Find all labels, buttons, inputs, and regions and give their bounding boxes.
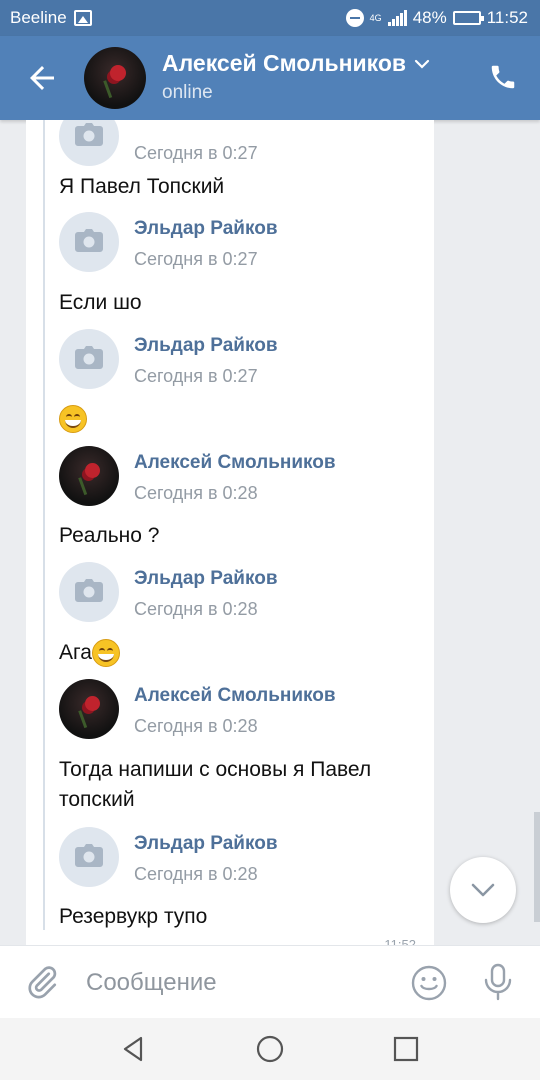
message-time: Сегодня в 0:27: [134, 249, 258, 269]
grinning-emoji-icon: [91, 639, 120, 668]
message-composer: [0, 945, 540, 1018]
avatar: [59, 120, 119, 166]
camera-icon: [75, 579, 103, 602]
message-text: Я Павел Топский: [59, 175, 225, 198]
contact-avatar[interactable]: [84, 47, 146, 109]
message-time: Сегодня в 0:27: [134, 366, 258, 386]
message-author-row[interactable]: Эльдар Райков Сегодня в 0:28: [59, 827, 419, 893]
camera-icon: [75, 123, 103, 146]
message-text: Резервукр тупо: [59, 905, 208, 928]
grinning-emoji-icon: [59, 405, 87, 434]
signal-strength-icon: [387, 10, 407, 26]
contact-name-button[interactable]: Алексей Смольников: [162, 50, 430, 77]
message-author-row[interactable]: Эльдар Райков Сегодня в 0:27: [59, 329, 419, 395]
status-bar: Beeline 4G 48% 11:52: [0, 0, 540, 36]
avatar: [59, 562, 119, 622]
message-author-row[interactable]: Сегодня в 0:27: [59, 120, 419, 172]
system-navigation-bar: [0, 1018, 540, 1080]
author-name[interactable]: Алексей Смольников: [134, 452, 336, 474]
author-name[interactable]: Алексей Смольников: [134, 685, 336, 707]
chat-header: Алексей Смольников online: [0, 36, 540, 120]
message-time: Сегодня в 0:28: [134, 864, 258, 884]
nav-home-icon[interactable]: [254, 1033, 286, 1065]
message-text: [59, 404, 399, 434]
camera-icon: [75, 229, 103, 252]
avatar: [59, 329, 119, 389]
phone-icon[interactable]: [488, 62, 518, 92]
message-time: Сегодня в 0:28: [134, 599, 258, 619]
message-sent-time: 11:52: [384, 937, 416, 945]
message-text: Тогда напиши с основы я Павел топский: [59, 758, 372, 811]
author-name[interactable]: Эльдар Райков: [134, 335, 278, 357]
contact-name: Алексей Смольников: [162, 50, 407, 76]
message-text: Реально ?: [59, 524, 160, 547]
author-name[interactable]: Эльдар Райков: [134, 833, 278, 855]
battery-icon: [452, 11, 484, 25]
nav-back-icon[interactable]: [118, 1033, 150, 1065]
message-author-row[interactable]: Эльдар Райков Сегодня в 0:28: [59, 562, 419, 628]
do-not-disturb-icon: [345, 9, 364, 27]
scroll-down-button[interactable]: [450, 857, 516, 923]
message-text: Если шо: [59, 291, 142, 314]
author-name[interactable]: Эльдар Райков: [134, 568, 278, 590]
battery-percent: 48%: [412, 8, 447, 27]
message-time: Сегодня в 0:28: [134, 483, 258, 503]
camera-icon: [75, 346, 103, 369]
mic-icon[interactable]: [480, 962, 516, 1002]
network-type: 4G: [369, 12, 382, 23]
avatar: [59, 212, 119, 272]
paperclip-icon[interactable]: [24, 964, 60, 1000]
camera-icon: [75, 844, 103, 867]
message-author-row[interactable]: Эльдар Райков Сегодня в 0:27: [59, 212, 419, 278]
chevron-down-icon: [414, 59, 430, 69]
scrollbar-thumb[interactable]: [534, 812, 540, 922]
message-time: Сегодня в 0:28: [134, 716, 258, 736]
chevron-down-icon: [471, 883, 495, 897]
message-input[interactable]: [86, 966, 386, 1000]
message-author-row[interactable]: Алексей Смольников Сегодня в 0:28: [59, 446, 419, 512]
message-text-content: Ага: [59, 641, 92, 664]
forwarded-messages[interactable]: Сегодня в 0:27 Я Павел Топский Эльдар Ра…: [26, 120, 434, 945]
forward-indicator-line: [43, 120, 45, 930]
back-arrow-icon[interactable]: [24, 60, 60, 96]
message-author-row[interactable]: Алексей Смольников Сегодня в 0:28: [59, 679, 419, 745]
carrier-name: Beeline: [10, 8, 67, 27]
avatar: [59, 827, 119, 887]
avatar: [59, 446, 119, 506]
emoji-icon[interactable]: [410, 964, 448, 1002]
gallery-notification-icon: [73, 10, 92, 26]
message-time: Сегодня в 0:27: [134, 143, 258, 163]
clock: 11:52: [486, 8, 528, 27]
message-text: Ага: [59, 638, 399, 668]
avatar: [59, 679, 119, 739]
nav-recents-icon[interactable]: [390, 1033, 422, 1065]
contact-status: online: [162, 82, 213, 103]
author-name[interactable]: Эльдар Райков: [134, 218, 278, 240]
